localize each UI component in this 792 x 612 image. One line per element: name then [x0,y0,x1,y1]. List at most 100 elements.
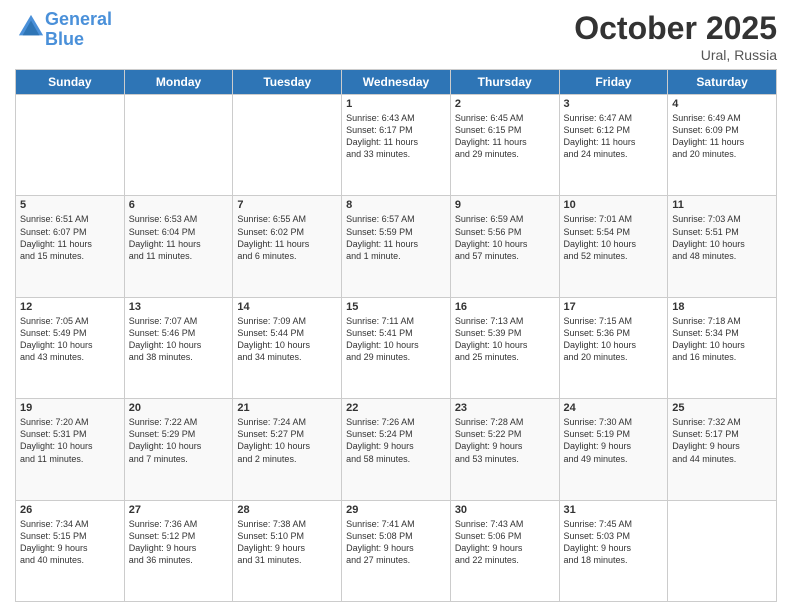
cell-date: 2 [455,98,555,110]
calendar-cell [668,500,777,601]
cell-date: 20 [129,402,229,414]
calendar-cell: 9Sunrise: 6:59 AM Sunset: 5:56 PM Daylig… [450,196,559,297]
cell-info: Sunrise: 7:38 AM Sunset: 5:10 PM Dayligh… [237,518,337,567]
calendar-cell: 19Sunrise: 7:20 AM Sunset: 5:31 PM Dayli… [16,399,125,500]
header: General Blue October 2025 Ural, Russia [15,10,777,63]
day-header-wednesday: Wednesday [342,70,451,95]
calendar-body: 1 Sunrise: 6:43 AM Sunset: 6:17 PM Daylig… [16,95,777,602]
month-title: October 2025 [574,10,777,47]
day-header-tuesday: Tuesday [233,70,342,95]
cell-info: Sunrise: 7:09 AM Sunset: 5:44 PM Dayligh… [237,315,337,364]
calendar-cell: 2 Sunrise: 6:45 AM Sunset: 6:15 PM Daylig… [450,95,559,196]
cell-info: Sunrise: 7:05 AM Sunset: 5:49 PM Dayligh… [20,315,120,364]
location: Ural, Russia [574,47,777,63]
cell-info: Sunrise: 6:43 AM Sunset: 6:17 PM Dayligh… [346,112,446,161]
calendar-cell: 22Sunrise: 7:26 AM Sunset: 5:24 PM Dayli… [342,399,451,500]
logo-text: General Blue [45,10,112,50]
cell-date: 3 [564,98,664,110]
cell-info: Sunrise: 6:59 AM Sunset: 5:56 PM Dayligh… [455,213,555,262]
cell-date: 1 [346,98,446,110]
calendar-cell: 10 Sunrise: 7:01 AM Sunset: 5:54 PM Dayli… [559,196,668,297]
cell-info: Sunrise: 7:18 AM Sunset: 5:34 PM Dayligh… [672,315,772,364]
calendar-cell [124,95,233,196]
calendar-table: SundayMondayTuesdayWednesdayThursdayFrid… [15,69,777,602]
cell-info: Sunrise: 6:47 AM Sunset: 6:12 PM Dayligh… [564,112,664,161]
cell-date: 29 [346,504,446,516]
calendar-cell: 8 Sunrise: 6:57 AM Sunset: 5:59 PM Daylig… [342,196,451,297]
cell-info: Sunrise: 7:24 AM Sunset: 5:27 PM Dayligh… [237,416,337,465]
calendar-cell: 28Sunrise: 7:38 AM Sunset: 5:10 PM Dayli… [233,500,342,601]
day-header-friday: Friday [559,70,668,95]
calendar-cell: 14 Sunrise: 7:09 AM Sunset: 5:44 PM Dayli… [233,297,342,398]
day-header-thursday: Thursday [450,70,559,95]
cell-date: 21 [237,402,337,414]
cell-date: 25 [672,402,772,414]
calendar-week-4: 19Sunrise: 7:20 AM Sunset: 5:31 PM Dayli… [16,399,777,500]
cell-info: Sunrise: 6:45 AM Sunset: 6:15 PM Dayligh… [455,112,555,161]
logo-line2: Blue [45,29,84,49]
page: General Blue October 2025 Ural, Russia S… [0,0,792,612]
cell-info: Sunrise: 7:15 AM Sunset: 5:36 PM Dayligh… [564,315,664,364]
title-block: October 2025 Ural, Russia [574,10,777,63]
cell-info: Sunrise: 7:11 AM Sunset: 5:41 PM Dayligh… [346,315,446,364]
cell-date: 13 [129,301,229,313]
calendar-cell: 1 Sunrise: 6:43 AM Sunset: 6:17 PM Daylig… [342,95,451,196]
cell-info: Sunrise: 7:28 AM Sunset: 5:22 PM Dayligh… [455,416,555,465]
cell-info: Sunrise: 7:01 AM Sunset: 5:54 PM Dayligh… [564,213,664,262]
calendar-cell [16,95,125,196]
logo-icon [17,13,45,41]
cell-date: 8 [346,199,446,211]
calendar-cell: 27 Sunrise: 7:36 AM Sunset: 5:12 PM Dayli… [124,500,233,601]
cell-info: Sunrise: 7:32 AM Sunset: 5:17 PM Dayligh… [672,416,772,465]
logo: General Blue [15,10,112,50]
calendar-week-1: 1 Sunrise: 6:43 AM Sunset: 6:17 PM Daylig… [16,95,777,196]
calendar-cell: 30 Sunrise: 7:43 AM Sunset: 5:06 PM Dayli… [450,500,559,601]
calendar-cell: 3 Sunrise: 6:47 AM Sunset: 6:12 PM Daylig… [559,95,668,196]
calendar-week-5: 26Sunrise: 7:34 AM Sunset: 5:15 PM Dayli… [16,500,777,601]
cell-info: Sunrise: 6:57 AM Sunset: 5:59 PM Dayligh… [346,213,446,262]
cell-date: 4 [672,98,772,110]
cell-date: 24 [564,402,664,414]
day-header-sunday: Sunday [16,70,125,95]
cell-date: 27 [129,504,229,516]
cell-date: 11 [672,199,772,211]
calendar-cell: 7Sunrise: 6:55 AM Sunset: 6:02 PM Daylig… [233,196,342,297]
cell-info: Sunrise: 7:43 AM Sunset: 5:06 PM Dayligh… [455,518,555,567]
calendar-cell: 15Sunrise: 7:11 AM Sunset: 5:41 PM Dayli… [342,297,451,398]
calendar-cell: 13 Sunrise: 7:07 AM Sunset: 5:46 PM Dayli… [124,297,233,398]
cell-info: Sunrise: 7:13 AM Sunset: 5:39 PM Dayligh… [455,315,555,364]
calendar-cell: 24 Sunrise: 7:30 AM Sunset: 5:19 PM Dayli… [559,399,668,500]
cell-info: Sunrise: 7:36 AM Sunset: 5:12 PM Dayligh… [129,518,229,567]
cell-info: Sunrise: 6:51 AM Sunset: 6:07 PM Dayligh… [20,213,120,262]
cell-info: Sunrise: 7:30 AM Sunset: 5:19 PM Dayligh… [564,416,664,465]
calendar-cell: 11 Sunrise: 7:03 AM Sunset: 5:51 PM Dayli… [668,196,777,297]
calendar-cell: 25 Sunrise: 7:32 AM Sunset: 5:17 PM Dayli… [668,399,777,500]
cell-info: Sunrise: 7:45 AM Sunset: 5:03 PM Dayligh… [564,518,664,567]
cell-info: Sunrise: 7:03 AM Sunset: 5:51 PM Dayligh… [672,213,772,262]
cell-info: Sunrise: 7:22 AM Sunset: 5:29 PM Dayligh… [129,416,229,465]
day-header-monday: Monday [124,70,233,95]
cell-info: Sunrise: 7:26 AM Sunset: 5:24 PM Dayligh… [346,416,446,465]
cell-date: 30 [455,504,555,516]
calendar-cell: 23 Sunrise: 7:28 AM Sunset: 5:22 PM Dayli… [450,399,559,500]
calendar-cell: 18Sunrise: 7:18 AM Sunset: 5:34 PM Dayli… [668,297,777,398]
calendar-cell: 16 Sunrise: 7:13 AM Sunset: 5:39 PM Dayli… [450,297,559,398]
cell-info: Sunrise: 6:55 AM Sunset: 6:02 PM Dayligh… [237,213,337,262]
cell-date: 26 [20,504,120,516]
calendar-cell: 5Sunrise: 6:51 AM Sunset: 6:07 PM Daylig… [16,196,125,297]
calendar-week-3: 12Sunrise: 7:05 AM Sunset: 5:49 PM Dayli… [16,297,777,398]
calendar-week-2: 5Sunrise: 6:51 AM Sunset: 6:07 PM Daylig… [16,196,777,297]
cell-date: 10 [564,199,664,211]
cell-date: 23 [455,402,555,414]
cell-date: 16 [455,301,555,313]
calendar-header-row: SundayMondayTuesdayWednesdayThursdayFrid… [16,70,777,95]
cell-info: Sunrise: 7:07 AM Sunset: 5:46 PM Dayligh… [129,315,229,364]
cell-date: 19 [20,402,120,414]
cell-date: 31 [564,504,664,516]
calendar-cell: 26Sunrise: 7:34 AM Sunset: 5:15 PM Dayli… [16,500,125,601]
cell-date: 14 [237,301,337,313]
calendar-cell: 21 Sunrise: 7:24 AM Sunset: 5:27 PM Dayli… [233,399,342,500]
calendar-cell: 4Sunrise: 6:49 AM Sunset: 6:09 PM Daylig… [668,95,777,196]
cell-info: Sunrise: 7:41 AM Sunset: 5:08 PM Dayligh… [346,518,446,567]
logo-line1: General [45,9,112,29]
